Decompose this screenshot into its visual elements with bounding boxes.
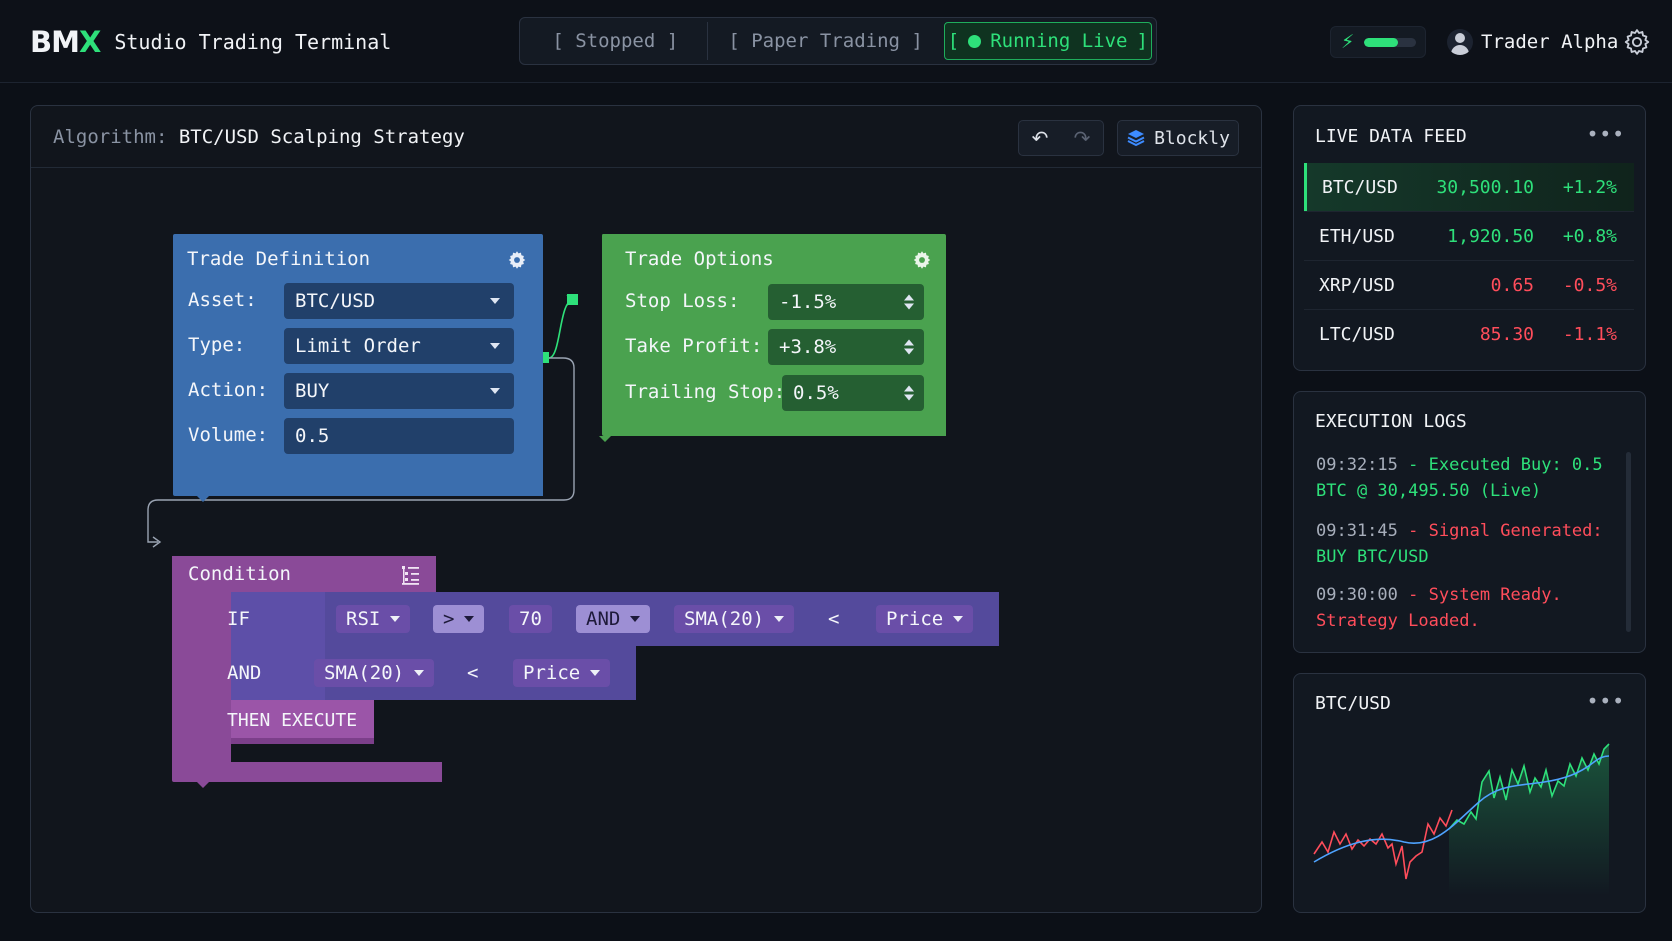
price-line-red <box>1313 809 1453 880</box>
order-type-dropdown[interactable]: Limit Order <box>284 328 514 364</box>
if-label: IF <box>227 608 250 630</box>
live-label: Running Live <box>990 30 1128 52</box>
user-name: Trader Alpha <box>1481 31 1619 53</box>
lightning-icon: ⚡︎ <box>1341 31 1355 53</box>
trading-mode-switch: [ Stopped ] [ Paper Trading ] [ Running … <box>519 17 1157 65</box>
btc-chart-panel: BTC/USD ••• <box>1293 673 1646 913</box>
then-execute-label: THEN EXECUTE <box>227 710 358 731</box>
indicator-rsi-dropdown[interactable]: RSI <box>336 605 411 633</box>
block-canvas <box>147 234 999 788</box>
log-entry: 09:31:45 - Signal Generated: BUY BTC/USD <box>1316 521 1603 567</box>
mode-paper-trading-button[interactable]: [ Paper Trading ] <box>708 22 944 60</box>
target-price-dropdown-2[interactable]: Price <box>513 659 611 687</box>
live-data-feed-panel: LIVE DATA FEED ••• BTC/USD 30,500.10 +1.… <box>1293 105 1646 371</box>
chevron-down-icon <box>490 298 500 304</box>
trade-options-gear-icon[interactable] <box>911 249 933 271</box>
log-scrollbar[interactable] <box>1626 452 1631 632</box>
type-label: Type: <box>188 334 246 356</box>
stepper-arrows-icon[interactable] <box>904 385 914 401</box>
indicator-sma-dropdown[interactable]: SMA(20) <box>674 605 795 633</box>
bmx-logo: BMX <box>30 25 101 59</box>
ticker-row[interactable]: BTC/USD 30,500.10 +1.2% <box>1304 163 1634 211</box>
stepper-arrows-icon[interactable] <box>904 339 914 355</box>
mode-stopped-button[interactable]: [ Stopped ] <box>524 22 708 60</box>
take-profit-stepper[interactable]: +3.8% <box>768 329 924 365</box>
log-entry: 09:32:15 - Executed Buy: 0.5 BTC @ 30,49… <box>1316 455 1603 501</box>
chevron-down-icon <box>590 670 601 676</box>
trade-options-title: Trade Options <box>625 248 774 270</box>
action-label: Action: <box>188 379 269 401</box>
settings-gear-icon[interactable] <box>1622 27 1652 57</box>
chevron-down-icon <box>490 343 500 349</box>
log-entry: 09:30:00 - System Ready. Strategy Loaded… <box>1316 585 1562 631</box>
more-options-icon[interactable]: ••• <box>1587 122 1625 146</box>
trailing-stop-stepper[interactable]: 0.5% <box>782 375 924 411</box>
trade-definition-block-shape[interactable] <box>173 234 543 502</box>
execution-logs-title: EXECUTION LOGS <box>1315 411 1467 432</box>
take-profit-label: Take Profit: <box>625 335 763 357</box>
compare-lt-operator: < <box>828 608 840 630</box>
execution-logs-panel: EXECUTION LOGS 09:32:15 - Executed Buy: … <box>1293 391 1646 653</box>
condition-title: Condition <box>188 563 291 585</box>
chevron-down-icon <box>630 616 641 622</box>
app-title: Studio Trading Terminal <box>114 30 392 54</box>
trailing-stop-label: Trailing Stop: <box>625 381 786 403</box>
compare-lt-operator-2: < <box>467 662 479 684</box>
blockly-workspace[interactable]: Algorithm: BTC/USD Scalping Strategy ↶ ↷… <box>30 105 1262 913</box>
volume-label: Volume: <box>188 424 269 446</box>
chevron-down-icon <box>390 616 401 622</box>
asset-label: Asset: <box>188 289 257 311</box>
power-meter <box>1364 37 1417 47</box>
live-status-dot <box>968 34 982 48</box>
trade-definition-title: Trade Definition <box>187 248 371 270</box>
target-price-dropdown[interactable]: Price <box>876 605 974 633</box>
list-tree-icon[interactable] <box>399 564 421 586</box>
logic-and-dropdown[interactable]: AND <box>576 605 651 633</box>
live-bracket-close: ] <box>1136 30 1148 52</box>
power-meter-fill <box>1364 37 1399 47</box>
price-sparkline-chart[interactable] <box>1294 674 1647 914</box>
ticker-row[interactable]: XRP/USD 0.65 -0.5% <box>1304 261 1634 309</box>
stepper-arrows-icon[interactable] <box>904 294 914 310</box>
chevron-down-icon <box>414 670 425 676</box>
chevron-down-icon <box>464 616 475 622</box>
indicator-sma-dropdown-2[interactable]: SMA(20) <box>314 659 435 687</box>
volume-input[interactable]: 0.5 <box>284 418 514 454</box>
price-area-fill <box>1449 744 1609 896</box>
trade-definition-gear-icon[interactable] <box>506 249 528 271</box>
connection-status[interactable]: ⚡︎ <box>1330 26 1426 58</box>
ticker-row[interactable]: ETH/USD 1,920.50 +0.8% <box>1304 212 1634 260</box>
action-dropdown[interactable]: BUY <box>284 373 514 409</box>
live-bracket-open: [ <box>947 30 960 52</box>
brand: BMX Studio Trading Terminal <box>30 25 392 59</box>
and-label: AND <box>227 662 262 684</box>
trade-options-input-port[interactable] <box>567 294 578 305</box>
avatar <box>1447 29 1473 55</box>
stop-loss-label: Stop Loss: <box>625 290 740 312</box>
top-bar: BMX Studio Trading Terminal [ Stopped ] … <box>0 0 1672 83</box>
chevron-down-icon <box>490 388 500 394</box>
user-menu[interactable]: Trader Alpha <box>1447 26 1618 58</box>
mode-running-live-button[interactable]: [ Running Live ] <box>943 22 1152 60</box>
threshold-value-input[interactable]: 70 <box>509 605 552 633</box>
operator-gt-dropdown[interactable]: > <box>433 605 485 633</box>
chevron-down-icon <box>774 616 785 622</box>
ticker-row[interactable]: LTC/USD 85.30 -1.1% <box>1304 310 1634 358</box>
chevron-down-icon <box>953 616 964 622</box>
stop-loss-stepper[interactable]: -1.5% <box>768 284 924 320</box>
asset-dropdown[interactable]: BTC/USD <box>284 283 514 319</box>
live-feed-title: LIVE DATA FEED <box>1315 126 1467 147</box>
